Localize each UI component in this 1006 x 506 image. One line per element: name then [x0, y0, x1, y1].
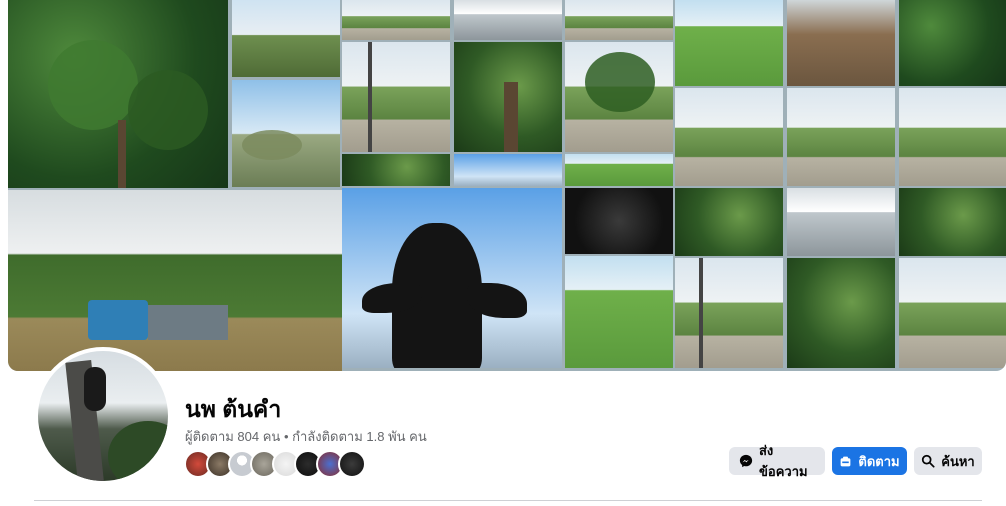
cover-tile-truck-big: [8, 190, 342, 371]
cover-tile-10: [675, 258, 783, 368]
cover-tile-6: [565, 154, 673, 186]
cover-tile-15: [899, 0, 1006, 86]
cover-tile-2: [342, 154, 450, 186]
profile-name: นพ ต้นคำ: [185, 396, 282, 422]
search-button-label: ค้นหา: [941, 453, 975, 469]
cover-tile-14: [787, 258, 895, 368]
cover-tile-16: [899, 88, 1006, 186]
cover-tile-12: [787, 88, 895, 186]
search-icon: [921, 454, 935, 468]
cover-tile-17: [899, 188, 1006, 256]
stats-separator: •: [283, 429, 289, 444]
cover-tile-silhouette: [342, 188, 562, 368]
messenger-icon: [739, 454, 753, 468]
cover-tile-18: [899, 258, 1006, 368]
message-button-label: ส่งข้อความ: [759, 443, 808, 479]
cover-photo[interactable]: [8, 0, 1006, 371]
follow-button-label: ติดตาม: [858, 453, 900, 469]
cover-tile-truck-2: [565, 256, 673, 368]
cover-tile-3: [454, 0, 562, 40]
message-button[interactable]: ส่งข้อความ: [729, 443, 825, 479]
cover-tile-7: [675, 0, 783, 86]
profile-stats: ผู้ติดตาม 804 คน • กำลังติดตาม 1.8 พัน ค…: [185, 426, 427, 447]
cover-tile-4: [454, 154, 562, 186]
follow-icon: [839, 455, 852, 468]
follow-button[interactable]: ติดตาม: [832, 447, 907, 475]
cover-tile-zebra: [565, 188, 673, 254]
cover-tile-5: [565, 0, 673, 40]
cover-tile-yard: [565, 42, 673, 152]
cover-tile-13: [787, 188, 895, 256]
profile-avatar[interactable]: [34, 347, 172, 485]
follower-avatar[interactable]: [338, 450, 366, 478]
followers-link[interactable]: ผู้ติดตาม 804 คน: [185, 429, 280, 444]
cover-tile-mountain: [232, 80, 340, 187]
cover-tile-1: [342, 0, 450, 40]
header-divider: [34, 500, 982, 501]
following-link[interactable]: กำลังติดตาม 1.8 พัน คน: [292, 429, 427, 444]
cover-tile-11: [787, 0, 895, 86]
cover-tile-banyan: [454, 42, 562, 152]
search-button[interactable]: ค้นหา: [914, 447, 982, 475]
cover-tile-8: [675, 88, 783, 186]
cover-tile-road-poles: [342, 42, 450, 152]
cover-tile-forest: [8, 0, 228, 188]
cover-tile-truck-1: [232, 0, 340, 77]
cover-tile-9: [675, 188, 783, 256]
